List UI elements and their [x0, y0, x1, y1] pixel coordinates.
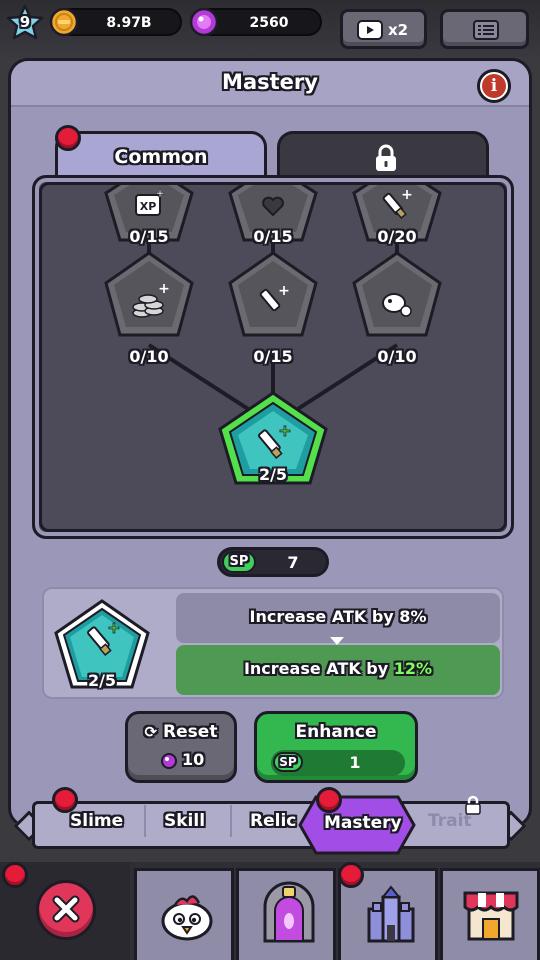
menu-button[interactable] — [440, 9, 529, 49]
gem-icon — [161, 753, 177, 769]
gold-amount: 8.97B — [106, 15, 152, 31]
ad-boost-button[interactable]: x2 — [340, 9, 427, 49]
skill-points-bar: SP 7 — [217, 547, 329, 577]
next-effect-text: Increase ATK by 12% — [176, 659, 500, 678]
reset-icon: ⟳ — [144, 723, 158, 741]
category-slime[interactable]: Slime — [70, 811, 123, 831]
svg-text:+: + — [278, 283, 290, 299]
enhance-button[interactable]: Enhance SP 1 — [254, 711, 418, 783]
svg-text:+: + — [155, 186, 165, 200]
next-effect-value: 12% — [393, 659, 433, 678]
node-progress: 0/15 — [253, 227, 293, 246]
arrow-down-icon — [330, 637, 344, 645]
level-number: 9 — [19, 13, 31, 31]
node-progress: 0/15 — [253, 347, 293, 366]
castle-icon — [367, 885, 415, 943]
top-bar: 9 8.97B 2560 x2 — [0, 0, 540, 58]
notification-dot — [52, 787, 78, 813]
mastery-tree: XP + + + + + 0/15 0/15 0/20 0/10 0/15 0/… — [32, 175, 514, 539]
node-progress: 0/10 — [129, 347, 169, 366]
video-icon — [357, 20, 383, 40]
notification-dot — [55, 125, 81, 151]
chicken-icon — [161, 895, 213, 941]
reset-label-row: ⟳ Reset — [128, 722, 234, 742]
gold-coin-icon — [49, 7, 79, 37]
category-divider — [144, 805, 146, 837]
svg-text:+: + — [278, 421, 291, 440]
node-progress: 2/5 — [258, 465, 288, 484]
tab-common-label: Common — [114, 146, 208, 168]
mastery-tree-area: XP + + + + + 0/15 0/15 0/20 0/10 0/15 0/… — [39, 182, 507, 532]
bottom-navigation — [0, 862, 540, 960]
panel-title: Mastery — [222, 70, 318, 94]
sp-value: 7 — [287, 553, 299, 572]
mastery-panel: Mastery i Common XP + + + + + 0/15 0/15 … — [8, 58, 532, 828]
node-progress: 0/20 — [377, 227, 417, 246]
enhance-label: Enhance — [295, 722, 377, 742]
ad-multiplier: x2 — [388, 21, 409, 39]
current-effect: Increase ATK by 8% — [176, 593, 500, 643]
notification-dot — [2, 862, 28, 888]
next-effect: Increase ATK by 12% — [176, 645, 500, 695]
sp-badge: SP — [222, 551, 256, 573]
category-skill[interactable]: Skill — [164, 811, 205, 831]
next-effect-prefix: Increase ATK by — [243, 659, 394, 678]
svg-text:+: + — [401, 187, 413, 203]
svg-text:+: + — [107, 618, 120, 637]
close-icon — [52, 895, 80, 923]
nav-slime[interactable] — [134, 868, 234, 960]
reset-button[interactable]: ⟳ Reset 10 — [125, 711, 237, 783]
nav-portal[interactable] — [236, 868, 336, 960]
category-mastery[interactable]: Mastery — [324, 813, 402, 833]
node-coins[interactable]: + — [104, 251, 194, 337]
panel-header: Mastery i — [11, 61, 529, 107]
list-icon — [473, 20, 499, 40]
enhance-cost-value: 1 — [349, 753, 361, 772]
portal-icon — [263, 881, 315, 943]
current-effect-text: Increase ATK by 8% — [249, 607, 427, 626]
gem-icon — [189, 7, 219, 37]
lock-icon — [376, 144, 396, 171]
node-pet[interactable] — [352, 251, 442, 337]
node-sword-mid[interactable]: + — [228, 251, 318, 337]
svg-text:+: + — [158, 281, 170, 297]
reset-label: Reset — [163, 722, 218, 742]
enhance-sp-badge: SP — [273, 752, 303, 772]
node-progress: 0/10 — [377, 347, 417, 366]
node-progress: 0/15 — [129, 227, 169, 246]
notification-dot — [338, 862, 364, 888]
close-button[interactable] — [36, 880, 96, 940]
lock-icon — [465, 795, 481, 815]
category-divider — [230, 805, 232, 837]
selected-node-progress: 2/5 — [87, 671, 117, 690]
shop-icon — [463, 891, 519, 941]
info-button[interactable]: i — [477, 69, 511, 103]
reset-cost: 10 — [182, 750, 205, 769]
category-relic[interactable]: Relic — [250, 811, 296, 831]
selected-node-detail: + 2/5 Increase ATK by 8% Increase ATK by… — [42, 587, 504, 699]
nav-shop[interactable] — [440, 868, 540, 960]
notification-dot — [316, 787, 342, 813]
gem-amount: 2560 — [249, 15, 289, 31]
enhance-cost: SP 1 — [271, 750, 405, 776]
info-icon: i — [482, 74, 506, 98]
svg-text:XP: XP — [140, 200, 157, 213]
mastery-category-bar: Slime Skill Relic Mastery Trait — [10, 787, 530, 855]
